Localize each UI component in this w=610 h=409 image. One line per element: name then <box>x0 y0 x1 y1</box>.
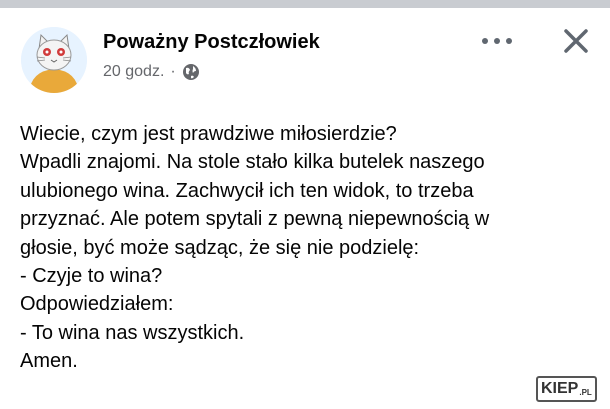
post-line: przyznać. Ale potem spytali z pewną niep… <box>20 208 490 231</box>
post-line: Odpowiedziałem: <box>20 293 174 316</box>
watermark-main: KIEP <box>541 380 579 397</box>
post-meta: 20 godz. · <box>103 63 200 81</box>
close-icon[interactable] <box>561 26 591 56</box>
post-line: Amen. <box>20 350 78 373</box>
post-line: Wpadli znajomi. Na stole stało kilka but… <box>20 151 485 174</box>
globe-icon[interactable] <box>182 63 200 81</box>
meta-separator: · <box>170 63 176 80</box>
more-options-icon[interactable] <box>482 34 512 48</box>
post-line: - Czyje to wina? <box>20 265 163 288</box>
more-dot <box>494 38 500 44</box>
post-line: ulubionego wina. Zachwycił ich ten widok… <box>20 179 474 202</box>
post-author-name[interactable]: Poważny Postczłowiek <box>103 31 320 54</box>
post-line: głosie, być może sądząc, że się nie podz… <box>20 236 420 259</box>
post-line: - To wina nas wszystkich. <box>20 321 245 344</box>
post-body: Wiecie, czym jest prawdziwe miłosierdzie… <box>20 120 595 376</box>
post-timestamp[interactable]: 20 godz. <box>103 63 164 81</box>
post-line: Wiecie, czym jest prawdziwe miłosierdzie… <box>20 123 397 145</box>
kiep-watermark: KIEP .PL <box>536 376 597 402</box>
avatar[interactable] <box>21 27 87 93</box>
top-divider-bar <box>0 0 610 8</box>
more-dot <box>506 38 512 44</box>
watermark-suffix: .PL <box>579 388 592 397</box>
more-dot <box>482 38 488 44</box>
cat-avatar-icon <box>21 27 87 93</box>
